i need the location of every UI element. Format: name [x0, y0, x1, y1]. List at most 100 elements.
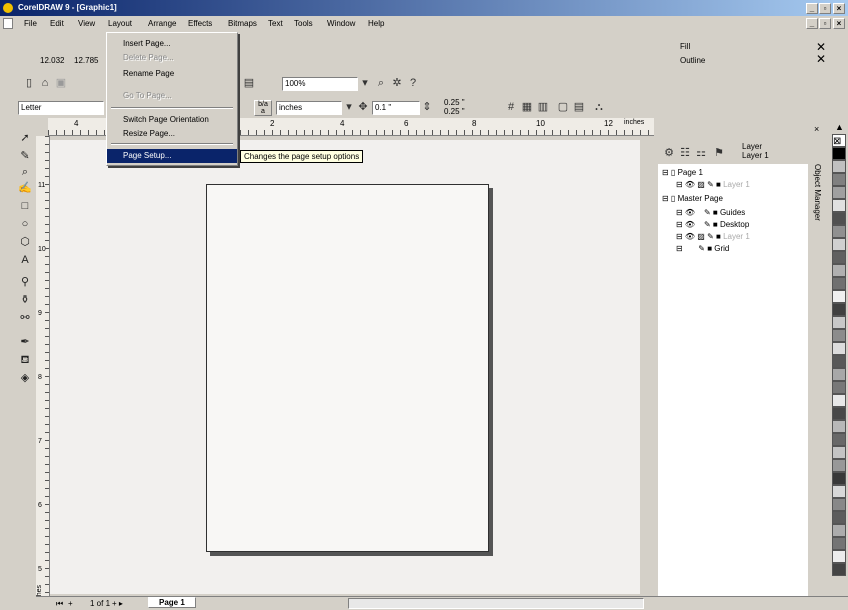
- menu-item-go-to-page[interactable]: Go To Page...: [107, 89, 237, 103]
- outline-tool-icon[interactable]: ✒: [17, 334, 33, 350]
- vertical-ruler[interactable]: 11 10 9 8 7 6 5: [36, 136, 50, 596]
- no-color-icon[interactable]: ⊠: [833, 136, 841, 147]
- page-border-icon[interactable]: ▤: [572, 100, 586, 114]
- palette-swatch[interactable]: [832, 355, 846, 368]
- palette-swatch[interactable]: [832, 199, 846, 212]
- chevron-down-icon[interactable]: ▾: [342, 100, 356, 114]
- next-page-icon[interactable]: + ▸: [112, 599, 123, 608]
- palette-swatch[interactable]: [832, 472, 846, 485]
- add-page-icon[interactable]: +: [68, 599, 73, 608]
- zoom-level-field[interactable]: 100%: [282, 77, 358, 91]
- menu-edit[interactable]: Edit: [50, 19, 64, 28]
- app-launcher-icon[interactable]: ✲: [390, 76, 404, 90]
- polygon-tool-icon[interactable]: ⬡: [17, 234, 33, 250]
- units-dropdown[interactable]: inches: [276, 101, 342, 115]
- palette-swatch[interactable]: [832, 290, 846, 303]
- spinner-icon[interactable]: ⇕: [420, 100, 434, 114]
- zoom-tool-icon[interactable]: ⌕: [17, 164, 33, 180]
- palette-swatch[interactable]: [832, 186, 846, 199]
- object-tree[interactable]: ⊟ ▯ Page 1 ⊟ 👁 ▨ ✎ ■ Layer 1 ⊟ ▯ Master …: [658, 164, 808, 598]
- palette-swatch[interactable]: [832, 420, 846, 433]
- show-properties-icon[interactable]: ⚙: [662, 146, 676, 160]
- page-frame[interactable]: [206, 184, 489, 552]
- palette-swatch[interactable]: [832, 550, 846, 563]
- layer-manager-icon[interactable]: ⚑: [712, 146, 726, 160]
- palette-swatch[interactable]: [832, 446, 846, 459]
- palette-swatch[interactable]: [832, 524, 846, 537]
- close-button[interactable]: ×: [833, 3, 845, 14]
- open-icon[interactable]: ⌂: [38, 76, 52, 90]
- save-icon[interactable]: ▣: [54, 76, 68, 90]
- shape-tool-icon[interactable]: ✎: [17, 148, 33, 164]
- show-object-info-icon[interactable]: ☷: [678, 146, 692, 160]
- eyedropper-tool-icon[interactable]: ⚱: [17, 292, 33, 308]
- palette-swatch[interactable]: [832, 511, 846, 524]
- palette-swatch[interactable]: [832, 407, 846, 420]
- horizontal-scrollbar[interactable]: [348, 598, 644, 609]
- menu-item-delete-page[interactable]: Delete Page...: [107, 51, 237, 65]
- menu-window[interactable]: Window: [327, 19, 355, 28]
- restore-button[interactable]: ▫: [819, 3, 831, 14]
- menu-item-switch-page-orientation[interactable]: Switch Page Orientation: [107, 113, 237, 127]
- palette-swatch[interactable]: [832, 537, 846, 550]
- snap-to-guidelines-icon[interactable]: ▦: [520, 100, 534, 114]
- scroll-up-icon[interactable]: ▲: [835, 122, 844, 132]
- tab-page-1[interactable]: Page 1: [148, 597, 196, 608]
- color-palette[interactable]: [830, 134, 848, 598]
- edit-across-layers-icon[interactable]: ⚏: [694, 146, 708, 160]
- first-page-icon[interactable]: ⏮: [56, 599, 63, 609]
- text-tool-icon[interactable]: A: [17, 252, 33, 268]
- menu-arrange[interactable]: Arrange: [148, 19, 176, 28]
- doc-close-button[interactable]: ×: [833, 18, 845, 29]
- palette-swatch[interactable]: [832, 160, 846, 173]
- whats-this-icon[interactable]: ?: [406, 76, 420, 90]
- doc-minimize-button[interactable]: _: [806, 18, 818, 29]
- palette-swatch[interactable]: [832, 485, 846, 498]
- palette-swatch[interactable]: [832, 498, 846, 511]
- tree-node-page-1[interactable]: ⊟ ▯ Page 1: [662, 168, 703, 177]
- menu-view[interactable]: View: [78, 19, 95, 28]
- menu-tools[interactable]: Tools: [294, 19, 313, 28]
- menu-item-rename-page[interactable]: Rename Page: [107, 67, 237, 81]
- menu-effects[interactable]: Effects: [188, 19, 212, 28]
- nudge-offset-field[interactable]: 0.1 ": [372, 101, 420, 115]
- palette-swatch[interactable]: [832, 329, 846, 342]
- freehand-tool-icon[interactable]: ✍: [17, 180, 33, 196]
- tree-node-master-layer-1[interactable]: ⊟ 👁 ▨ ✎ ■ Layer 1: [676, 232, 750, 241]
- tree-node-master-page[interactable]: ⊟ ▯ Master Page: [662, 194, 723, 203]
- palette-swatch[interactable]: [832, 433, 846, 446]
- palette-swatch[interactable]: [832, 394, 846, 407]
- fill-tool-icon[interactable]: ⛾: [17, 352, 33, 368]
- close-docker-icon[interactable]: ×: [814, 124, 819, 134]
- palette-swatch[interactable]: [832, 316, 846, 329]
- palette-swatch[interactable]: [832, 303, 846, 316]
- connector-tool-icon[interactable]: ⚯: [17, 310, 33, 326]
- palette-swatch[interactable]: [832, 212, 846, 225]
- page-frame-icon[interactable]: ▢: [556, 100, 570, 114]
- pick-tool-icon[interactable]: ➚: [17, 130, 33, 146]
- print-icon[interactable]: ⛬: [592, 100, 606, 114]
- palette-swatch[interactable]: [832, 342, 846, 355]
- new-icon[interactable]: ▯: [22, 76, 36, 90]
- tree-node-grid[interactable]: ⊟ ✎ ■ Grid: [676, 244, 729, 253]
- export-icon[interactable]: ▤: [242, 76, 256, 90]
- palette-swatch[interactable]: [832, 264, 846, 277]
- menu-layout[interactable]: Layout: [108, 19, 132, 28]
- palette-swatch[interactable]: [832, 368, 846, 381]
- palette-swatch[interactable]: [832, 459, 846, 472]
- tree-node-layer-1[interactable]: ⊟ 👁 ▨ ✎ ■ Layer 1: [676, 180, 750, 189]
- snap-to-grid-icon[interactable]: #: [504, 100, 518, 114]
- doc-restore-button[interactable]: ▫: [819, 18, 831, 29]
- snap-to-objects-icon[interactable]: ▥: [536, 100, 550, 114]
- chevron-down-icon[interactable]: ▾: [358, 76, 372, 90]
- menu-bitmaps[interactable]: Bitmaps: [228, 19, 257, 28]
- object-manager-tab[interactable]: Object Manager: [812, 140, 826, 260]
- minimize-button[interactable]: _: [806, 3, 818, 14]
- tree-node-guides[interactable]: ⊟ 👁 ✎ ■ Guides: [676, 208, 745, 217]
- duplicate-x-field[interactable]: 0.25 ": [444, 98, 465, 107]
- paper-size-dropdown[interactable]: Letter: [18, 101, 104, 115]
- palette-swatch[interactable]: [832, 147, 846, 160]
- menu-text[interactable]: Text: [268, 19, 283, 28]
- tree-node-desktop[interactable]: ⊟ 👁 ✎ ■ Desktop: [676, 220, 749, 229]
- interactive-tool-icon[interactable]: ⚲: [17, 274, 33, 290]
